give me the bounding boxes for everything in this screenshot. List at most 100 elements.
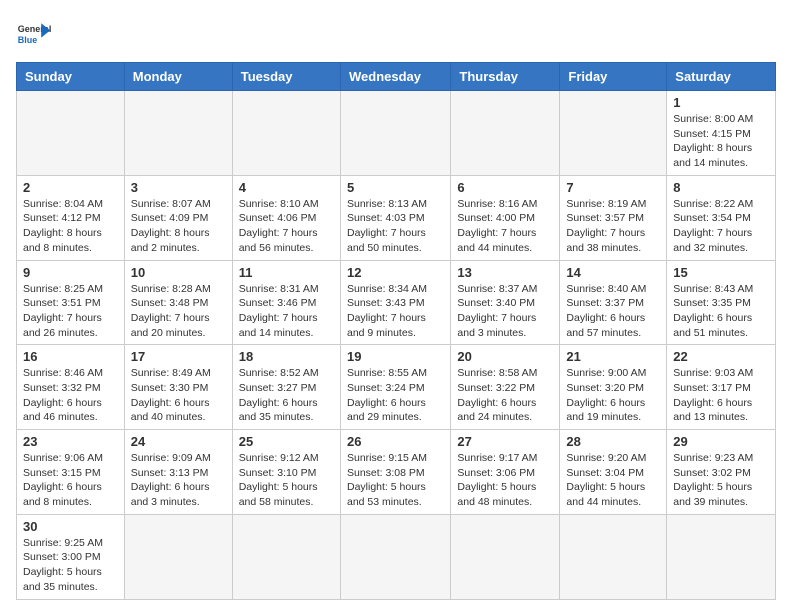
calendar-day-cell: 12 Sunrise: 8:34 AM Sunset: 3:43 PM Dayli… (340, 260, 450, 345)
day-info: Sunrise: 8:28 AM Sunset: 3:48 PM Dayligh… (131, 282, 226, 341)
day-number: 2 (23, 180, 118, 195)
day-number: 12 (347, 265, 444, 280)
calendar-week-row: 1Sunrise: 8:00 AM Sunset: 4:15 PM Daylig… (17, 91, 776, 176)
day-number: 28 (566, 434, 660, 449)
calendar-day-cell: 30Sunrise: 9:25 AM Sunset: 3:00 PM Dayli… (17, 514, 125, 599)
day-number: 20 (457, 349, 553, 364)
calendar-day-cell (560, 91, 667, 176)
day-info: Sunrise: 8:37 AM Sunset: 3:40 PM Dayligh… (457, 282, 553, 341)
day-number: 19 (347, 349, 444, 364)
calendar-day-cell: 1Sunrise: 8:00 AM Sunset: 4:15 PM Daylig… (667, 91, 776, 176)
calendar-week-row: 23 Sunrise: 9:06 AM Sunset: 3:15 PM Dayli… (17, 430, 776, 515)
calendar-day-cell: 7 Sunrise: 8:19 AM Sunset: 3:57 PM Daylig… (560, 175, 667, 260)
day-number: 9 (23, 265, 118, 280)
calendar-day-cell (451, 91, 560, 176)
day-number: 18 (239, 349, 334, 364)
calendar-day-cell: 21 Sunrise: 9:00 AM Sunset: 3:20 PM Dayli… (560, 345, 667, 430)
calendar-day-cell: 4 Sunrise: 8:10 AM Sunset: 4:06 PM Daylig… (232, 175, 340, 260)
day-info: Sunrise: 9:03 AM Sunset: 3:17 PM Dayligh… (673, 366, 769, 425)
calendar-day-cell: 25 Sunrise: 9:12 AM Sunset: 3:10 PM Dayli… (232, 430, 340, 515)
calendar-day-cell: 8 Sunrise: 8:22 AM Sunset: 3:54 PM Daylig… (667, 175, 776, 260)
calendar-day-cell: 9 Sunrise: 8:25 AM Sunset: 3:51 PM Daylig… (17, 260, 125, 345)
day-number: 7 (566, 180, 660, 195)
day-info: Sunrise: 9:20 AM Sunset: 3:04 PM Dayligh… (566, 451, 660, 510)
day-info: Sunrise: 8:16 AM Sunset: 4:00 PM Dayligh… (457, 197, 553, 256)
day-info: Sunrise: 8:58 AM Sunset: 3:22 PM Dayligh… (457, 366, 553, 425)
day-number: 15 (673, 265, 769, 280)
calendar-week-row: 16 Sunrise: 8:46 AM Sunset: 3:32 PM Dayli… (17, 345, 776, 430)
weekday-header: Monday (124, 63, 232, 91)
calendar-day-cell (232, 91, 340, 176)
day-number: 4 (239, 180, 334, 195)
day-number: 16 (23, 349, 118, 364)
day-info: Sunrise: 8:10 AM Sunset: 4:06 PM Dayligh… (239, 197, 334, 256)
calendar-day-cell (17, 91, 125, 176)
calendar-week-row: 30Sunrise: 9:25 AM Sunset: 3:00 PM Dayli… (17, 514, 776, 599)
calendar-day-cell: 18 Sunrise: 8:52 AM Sunset: 3:27 PM Dayli… (232, 345, 340, 430)
day-number: 8 (673, 180, 769, 195)
day-info: Sunrise: 8:04 AM Sunset: 4:12 PM Dayligh… (23, 197, 118, 256)
calendar-day-cell (340, 91, 450, 176)
calendar-day-cell: 26 Sunrise: 9:15 AM Sunset: 3:08 PM Dayli… (340, 430, 450, 515)
weekday-header: Thursday (451, 63, 560, 91)
day-number: 3 (131, 180, 226, 195)
day-info: Sunrise: 9:25 AM Sunset: 3:00 PM Dayligh… (23, 536, 118, 595)
day-info: Sunrise: 8:25 AM Sunset: 3:51 PM Dayligh… (23, 282, 118, 341)
calendar-day-cell (124, 514, 232, 599)
weekday-header: Friday (560, 63, 667, 91)
day-info: Sunrise: 9:15 AM Sunset: 3:08 PM Dayligh… (347, 451, 444, 510)
calendar-day-cell: 28 Sunrise: 9:20 AM Sunset: 3:04 PM Dayli… (560, 430, 667, 515)
weekday-header: Saturday (667, 63, 776, 91)
day-number: 14 (566, 265, 660, 280)
calendar-day-cell: 11Sunrise: 8:31 AM Sunset: 3:46 PM Dayli… (232, 260, 340, 345)
calendar-day-cell: 22 Sunrise: 9:03 AM Sunset: 3:17 PM Dayli… (667, 345, 776, 430)
day-info: Sunrise: 9:12 AM Sunset: 3:10 PM Dayligh… (239, 451, 334, 510)
day-info: Sunrise: 8:43 AM Sunset: 3:35 PM Dayligh… (673, 282, 769, 341)
header: General Blue (16, 16, 776, 52)
day-info: Sunrise: 8:22 AM Sunset: 3:54 PM Dayligh… (673, 197, 769, 256)
calendar-day-cell: 17 Sunrise: 8:49 AM Sunset: 3:30 PM Dayli… (124, 345, 232, 430)
day-info: Sunrise: 8:49 AM Sunset: 3:30 PM Dayligh… (131, 366, 226, 425)
calendar-day-cell: 13 Sunrise: 8:37 AM Sunset: 3:40 PM Dayli… (451, 260, 560, 345)
calendar-day-cell: 19 Sunrise: 8:55 AM Sunset: 3:24 PM Dayli… (340, 345, 450, 430)
generalblue-logo-icon: General Blue (16, 16, 52, 52)
day-info: Sunrise: 8:19 AM Sunset: 3:57 PM Dayligh… (566, 197, 660, 256)
day-info: Sunrise: 8:52 AM Sunset: 3:27 PM Dayligh… (239, 366, 334, 425)
day-number: 6 (457, 180, 553, 195)
calendar-day-cell: 10Sunrise: 8:28 AM Sunset: 3:48 PM Dayli… (124, 260, 232, 345)
weekday-header: Sunday (17, 63, 125, 91)
day-number: 27 (457, 434, 553, 449)
calendar-day-cell: 5Sunrise: 8:13 AM Sunset: 4:03 PM Daylig… (340, 175, 450, 260)
day-number: 21 (566, 349, 660, 364)
calendar-day-cell: 15 Sunrise: 8:43 AM Sunset: 3:35 PM Dayli… (667, 260, 776, 345)
weekday-header: Wednesday (340, 63, 450, 91)
day-info: Sunrise: 9:17 AM Sunset: 3:06 PM Dayligh… (457, 451, 553, 510)
svg-text:Blue: Blue (18, 35, 38, 45)
day-info: Sunrise: 9:09 AM Sunset: 3:13 PM Dayligh… (131, 451, 226, 510)
day-number: 23 (23, 434, 118, 449)
calendar-day-cell (124, 91, 232, 176)
calendar-day-cell: 16 Sunrise: 8:46 AM Sunset: 3:32 PM Dayli… (17, 345, 125, 430)
day-number: 22 (673, 349, 769, 364)
calendar-day-cell: 29Sunrise: 9:23 AM Sunset: 3:02 PM Dayli… (667, 430, 776, 515)
day-info: Sunrise: 8:34 AM Sunset: 3:43 PM Dayligh… (347, 282, 444, 341)
day-info: Sunrise: 8:00 AM Sunset: 4:15 PM Dayligh… (673, 112, 769, 171)
day-number: 26 (347, 434, 444, 449)
calendar-day-cell: 2 Sunrise: 8:04 AM Sunset: 4:12 PM Daylig… (17, 175, 125, 260)
day-number: 13 (457, 265, 553, 280)
calendar-day-cell: 14Sunrise: 8:40 AM Sunset: 3:37 PM Dayli… (560, 260, 667, 345)
day-number: 25 (239, 434, 334, 449)
day-info: Sunrise: 8:07 AM Sunset: 4:09 PM Dayligh… (131, 197, 226, 256)
calendar-week-row: 9 Sunrise: 8:25 AM Sunset: 3:51 PM Daylig… (17, 260, 776, 345)
day-info: Sunrise: 8:55 AM Sunset: 3:24 PM Dayligh… (347, 366, 444, 425)
calendar: SundayMondayTuesdayWednesdayThursdayFrid… (16, 62, 776, 600)
calendar-day-cell: 27 Sunrise: 9:17 AM Sunset: 3:06 PM Dayli… (451, 430, 560, 515)
calendar-week-row: 2 Sunrise: 8:04 AM Sunset: 4:12 PM Daylig… (17, 175, 776, 260)
calendar-day-cell: 20 Sunrise: 8:58 AM Sunset: 3:22 PM Dayli… (451, 345, 560, 430)
day-info: Sunrise: 8:46 AM Sunset: 3:32 PM Dayligh… (23, 366, 118, 425)
day-number: 17 (131, 349, 226, 364)
logo: General Blue (16, 16, 52, 52)
day-info: Sunrise: 9:00 AM Sunset: 3:20 PM Dayligh… (566, 366, 660, 425)
calendar-day-cell: 3 Sunrise: 8:07 AM Sunset: 4:09 PM Daylig… (124, 175, 232, 260)
day-info: Sunrise: 9:06 AM Sunset: 3:15 PM Dayligh… (23, 451, 118, 510)
